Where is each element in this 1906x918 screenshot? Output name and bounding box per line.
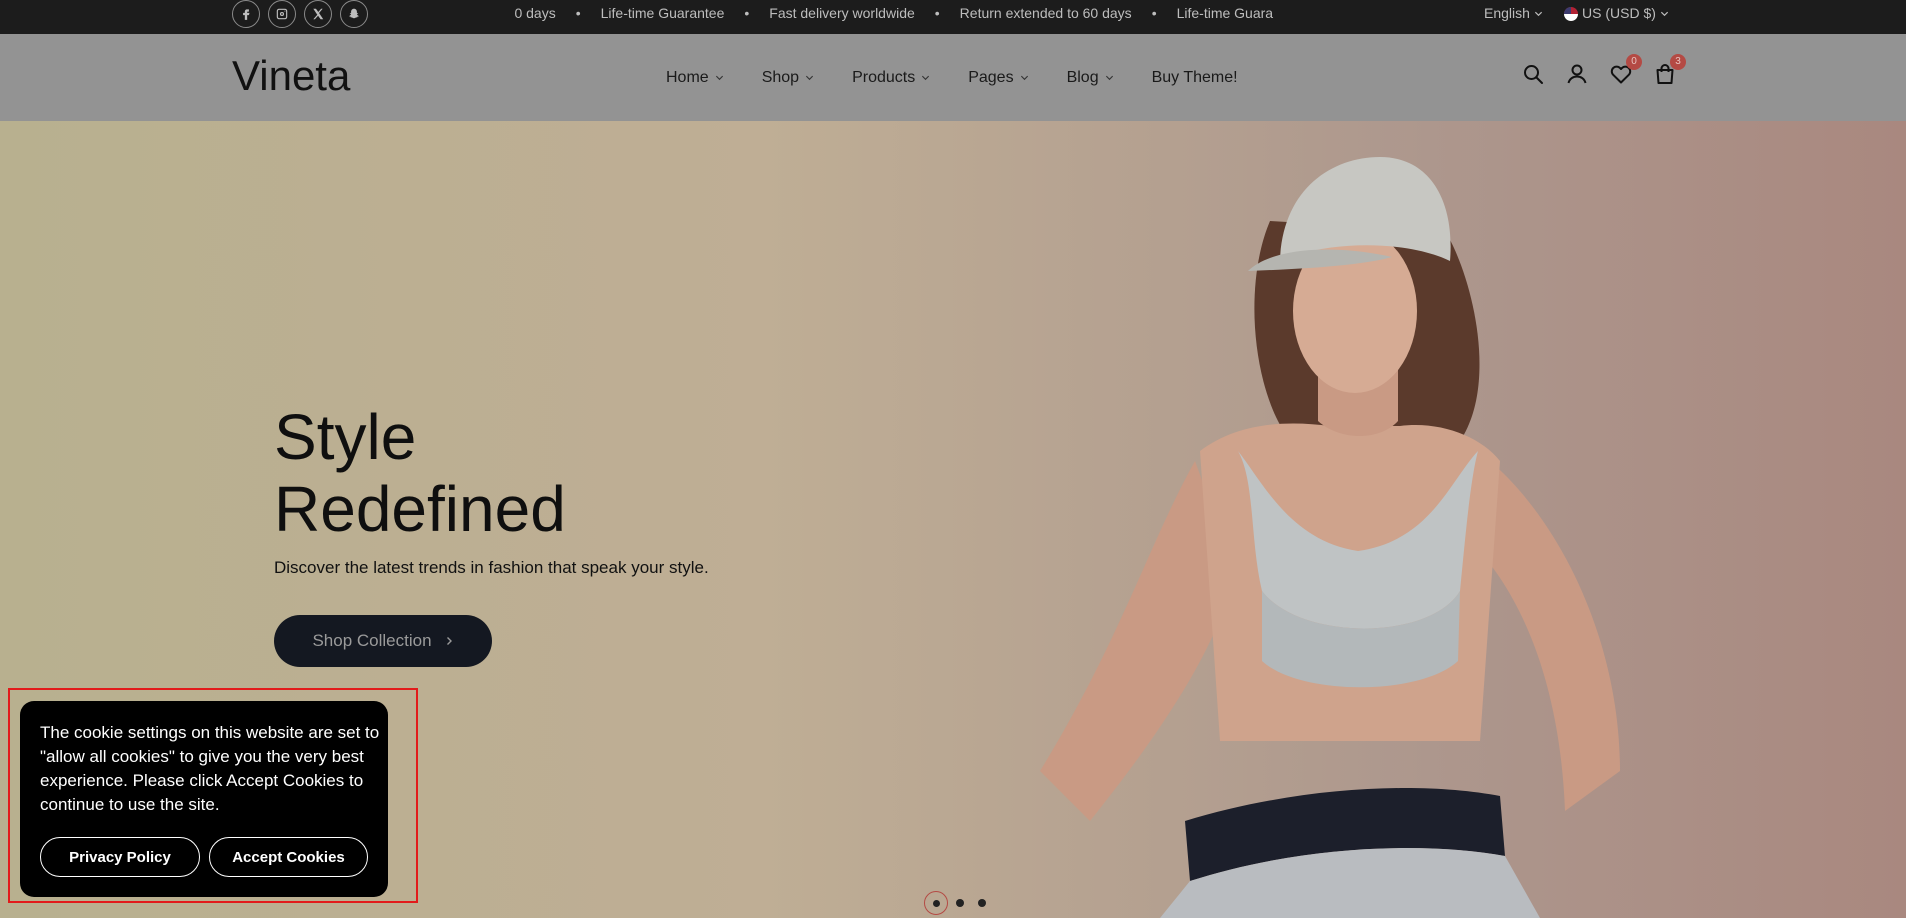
marquee-separator: •	[575, 5, 581, 21]
main-nav: Home Shop Products Pages Blog Buy Theme!	[666, 34, 1238, 121]
wishlist-button[interactable]: 0	[1609, 54, 1642, 86]
nav-label: Products	[852, 68, 916, 86]
currency-selector[interactable]: US (USD $)	[1564, 0, 1669, 27]
chevron-down-icon	[806, 75, 814, 81]
chevron-down-icon	[1660, 11, 1668, 17]
accept-cookies-button[interactable]: Accept Cookies	[209, 837, 368, 877]
marquee-separator: •	[1151, 5, 1157, 21]
language-label: English	[1484, 5, 1530, 21]
cookie-consent-popup: The cookie settings on this website are …	[20, 701, 388, 897]
slider-dot-active[interactable]	[924, 891, 948, 915]
marquee-item: Return extended to 60 days	[959, 5, 1132, 21]
privacy-policy-button[interactable]: Privacy Policy	[40, 837, 200, 877]
chevron-down-icon	[1020, 75, 1028, 81]
marquee-separator: •	[934, 5, 940, 21]
marquee-item: Fast delivery worldwide	[769, 5, 915, 21]
shop-collection-label: Shop Collection	[312, 631, 432, 650]
x-icon	[313, 8, 324, 20]
nav-buy-theme[interactable]: Buy Theme!	[1152, 69, 1238, 87]
chevron-down-icon	[922, 75, 930, 81]
nav-blog[interactable]: Blog	[1067, 69, 1114, 87]
facebook-link[interactable]	[232, 0, 260, 28]
marquee-item: Life-time Guara	[1176, 5, 1274, 21]
chevron-down-icon	[1105, 75, 1113, 81]
announcement-bar: o 60 days • Life-time Guarantee • Fast d…	[0, 0, 1906, 34]
hero-title-line: Style	[274, 401, 417, 473]
announcement-marquee: o 60 days • Life-time Guarantee • Fast d…	[515, 0, 1340, 28]
nav-label: Pages	[968, 68, 1014, 86]
account-button[interactable]	[1565, 62, 1589, 86]
language-selector[interactable]: English	[1484, 0, 1543, 27]
wishlist-count-badge: 0	[1626, 54, 1642, 70]
site-logo[interactable]: Vineta	[232, 52, 350, 100]
chevron-down-icon	[1534, 11, 1542, 17]
instagram-link[interactable]	[268, 0, 296, 28]
header-actions: 0 3	[1521, 54, 1686, 86]
nav-label: Home	[666, 68, 709, 86]
nav-pages[interactable]: Pages	[968, 69, 1028, 87]
search-button[interactable]	[1521, 62, 1545, 86]
marquee-item: Life-time Guarantee	[600, 5, 725, 21]
user-icon	[1567, 64, 1587, 84]
hero-title-line: Redefined	[274, 473, 566, 545]
snapchat-icon	[349, 8, 359, 19]
marquee-item: o 60 days	[515, 5, 556, 21]
nav-label: Buy Theme!	[1151, 68, 1238, 86]
nav-products[interactable]: Products	[852, 69, 930, 87]
nav-label: Shop	[761, 68, 800, 86]
search-icon	[1524, 65, 1543, 84]
hero-subtitle: Discover the latest trends in fashion th…	[274, 558, 709, 577]
hero-title: Style Redefined	[274, 401, 566, 545]
slider-dot[interactable]	[978, 899, 986, 907]
nav-home[interactable]: Home	[666, 69, 724, 87]
instagram-icon	[276, 8, 288, 20]
cart-button[interactable]: 3	[1653, 54, 1686, 86]
nav-label: Blog	[1066, 68, 1099, 86]
slider-dot[interactable]	[956, 899, 964, 907]
facebook-icon	[243, 9, 250, 20]
currency-label: US (USD $)	[1582, 5, 1656, 21]
marquee-separator: •	[744, 5, 750, 21]
cookie-message: The cookie settings on this website are …	[40, 723, 380, 814]
hero-model-image	[1040, 157, 1620, 918]
site-header: Vineta Home Shop Products Pages Blog Buy…	[0, 34, 1906, 121]
nav-shop[interactable]: Shop	[762, 69, 814, 87]
slider-pagination	[924, 891, 986, 915]
chevron-down-icon	[715, 75, 723, 81]
x-link[interactable]	[304, 0, 332, 28]
social-links	[232, 0, 368, 28]
snapchat-link[interactable]	[340, 0, 368, 28]
chevron-right-icon	[446, 637, 452, 645]
us-flag-icon	[1564, 6, 1578, 21]
cart-count-badge: 3	[1670, 54, 1686, 70]
shop-collection-button[interactable]: Shop Collection	[274, 615, 492, 667]
